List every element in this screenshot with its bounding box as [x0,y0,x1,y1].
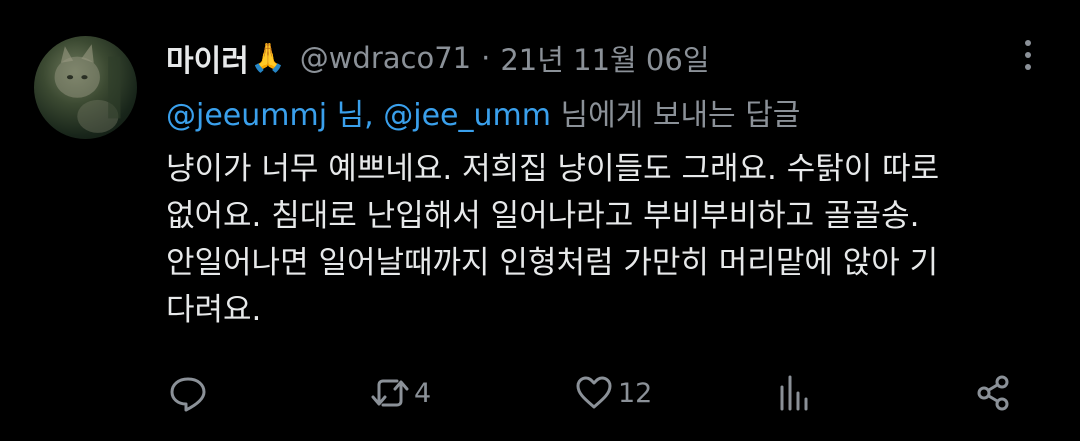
tweet-date[interactable]: 21년 11월 06일 [500,37,709,79]
retweet-icon [371,379,409,407]
action-bar: 4 12 [0,368,1080,418]
tweet-header: 마이러 🙏 @wdraco71 · 21년 11월 06일 [166,36,710,80]
share-icon [977,375,1009,411]
reply-button[interactable] [168,368,208,418]
views-button[interactable] [774,368,814,418]
tweet-text-line: 냥이가 너무 예쁘네요. 저희집 냥이들도 그래요. 수탉이 따로 [166,151,940,187]
replying-to: @jeeummj 님, @jee_umm 님에게 보내는 답글 [166,90,800,134]
like-count: 12 [618,377,653,409]
folded-hands-icon: 🙏 [250,41,286,74]
mention-link[interactable]: @jee_umm [383,98,551,133]
display-name[interactable]: 마이러 [166,36,249,80]
share-button[interactable] [974,368,1014,418]
retweet-button[interactable]: 4 [370,368,431,418]
user-handle[interactable]: @wdraco71 [300,41,471,75]
tweet-text-line: 안일어나면 일어날때까지 인형처럼 가만히 머리맡에 앉아 기 [166,245,939,281]
more-options-icon[interactable] [1016,38,1040,72]
tweet-text: 냥이가 너무 예쁘네요. 저희집 냥이들도 그래요. 수탉이 따로 없어요. 침… [166,146,1046,334]
avatar-cat-image [54,44,121,133]
like-button[interactable]: 12 [574,368,652,418]
tweet-text-line: 다려요. [166,292,262,328]
heart-icon [576,376,612,409]
mention-suffix: 님, [327,98,384,133]
avatar[interactable] [34,36,137,139]
mention-link[interactable]: @jeeummj [166,98,327,133]
tweet[interactable]: 마이러 🙏 @wdraco71 · 21년 11월 06일 @jeeummj 님… [0,0,1080,441]
separator-dot: · [481,41,491,75]
reply-label: 님에게 보내는 답글 [550,98,801,133]
tweet-text-line: 없어요. 침대로 난입해서 일어나라고 부비부비하고 골골송. [166,198,920,234]
views-icon [780,375,808,411]
retweet-count: 4 [414,377,432,409]
reply-icon [170,377,206,412]
